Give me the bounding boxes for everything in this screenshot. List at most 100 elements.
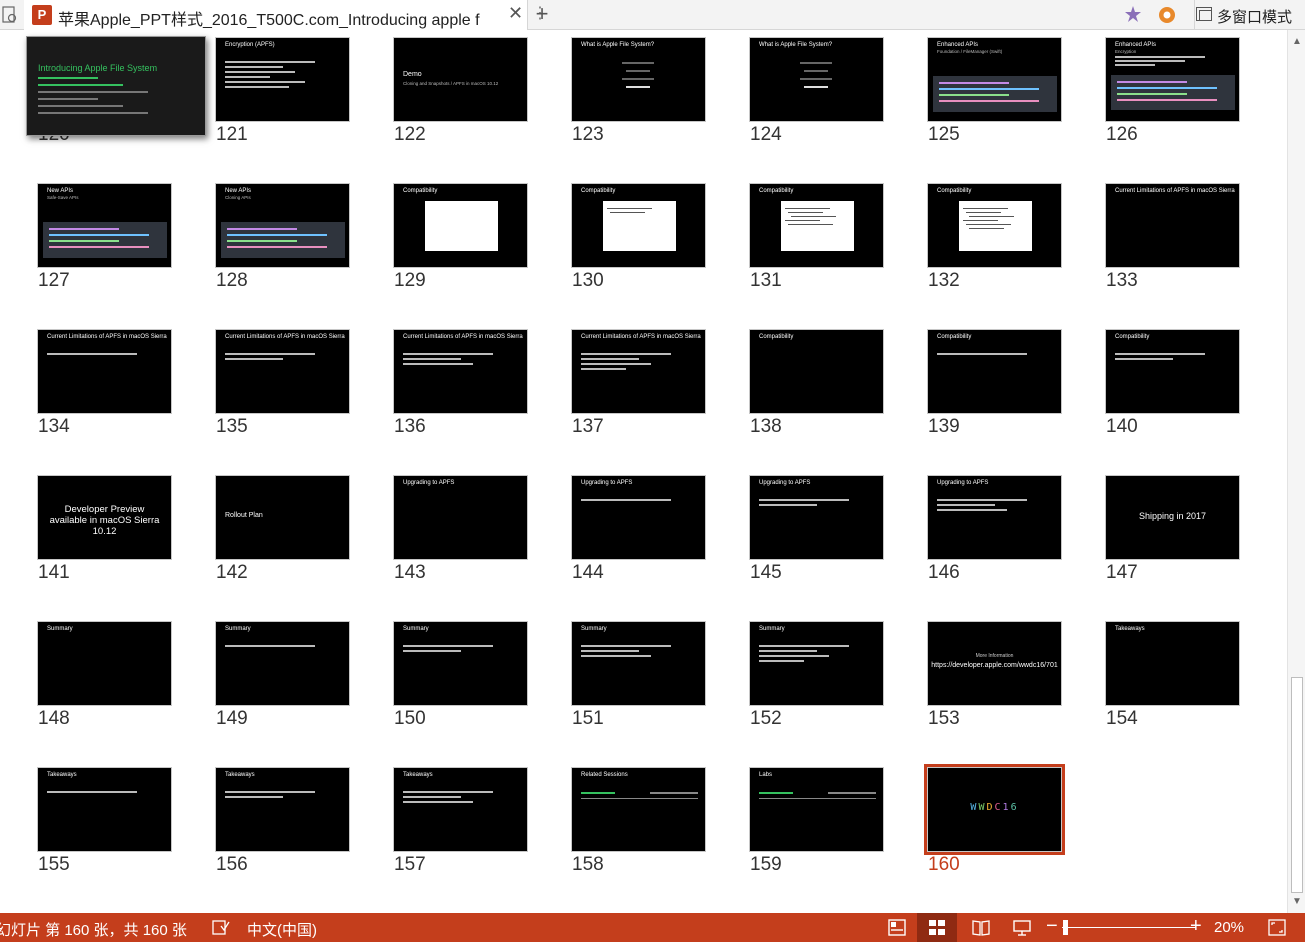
diagram-line [791, 216, 836, 217]
slide-thumbnail[interactable]: Compatibility [749, 329, 884, 414]
code-line [227, 240, 297, 242]
slide-thumbnail[interactable]: Summary [571, 621, 706, 706]
slide-thumbnail[interactable]: Summary [393, 621, 528, 706]
slide-thumbnail[interactable]: Compatibility [927, 183, 1062, 268]
slide-thumbnail[interactable]: Upgrading to APFS [393, 475, 528, 560]
code-line [49, 228, 119, 230]
code-line [227, 246, 327, 248]
fit-to-window-icon[interactable] [1268, 919, 1286, 936]
slide-text-line [38, 77, 98, 79]
diagram-line [607, 208, 652, 209]
slide-thumbnail[interactable]: Upgrading to APFS [927, 475, 1062, 560]
slide-title: Compatibility [403, 188, 438, 194]
slide-thumbnail[interactable]: Encryption (APFS) [215, 37, 350, 122]
slide-thumbnail[interactable]: Takeaways [393, 767, 528, 852]
slide-thumbnail[interactable]: Current Limitations of APFS in macOS Sie… [37, 329, 172, 414]
slide-text-line [581, 368, 626, 370]
session-link-line [581, 792, 615, 794]
slide-thumbnail[interactable]: Current Limitations of APFS in macOS Sie… [215, 329, 350, 414]
slide-text-line [225, 358, 283, 360]
slide-thumbnail[interactable]: Related Sessions [571, 767, 706, 852]
diagram-line [788, 212, 823, 213]
slide-text-line [937, 509, 1007, 511]
settings-gear-icon[interactable] [1157, 5, 1177, 25]
magic-wand-icon[interactable] [1123, 5, 1143, 25]
slide-thumbnail[interactable]: Current Limitations of APFS in macOS Sie… [571, 329, 706, 414]
slide-title: Developer Preview available in macOS Sie… [49, 504, 160, 537]
slide-text-line [800, 78, 832, 80]
slide-title: Shipping in 2017 [1138, 511, 1207, 521]
slide-thumbnail[interactable]: Upgrading to APFS [571, 475, 706, 560]
slide-text-line [38, 84, 123, 86]
close-tab-icon[interactable]: ✕ [508, 3, 523, 24]
slide-subtitle: Cloning APIs [225, 195, 251, 200]
slide-thumbnail[interactable]: Summary [37, 621, 172, 706]
slide-number: 158 [572, 854, 604, 875]
slide-thumbnail[interactable]: Labs [749, 767, 884, 852]
scroll-thumb[interactable] [1291, 677, 1303, 893]
slide-text-line [403, 791, 493, 793]
slide-thumbnail[interactable]: Demo Cloning and Snapshots / APFS in macO… [393, 37, 528, 122]
slide-thumbnail[interactable]: Developer Preview available in macOS Sie… [37, 475, 172, 560]
zoom-in-button[interactable]: + [1190, 915, 1202, 938]
zoom-out-button[interactable]: − [1046, 915, 1058, 938]
notes-check-icon[interactable] [212, 919, 230, 936]
language-status[interactable]: 中文(中国) [247, 919, 317, 940]
multi-window-button[interactable]: 多窗口模式 [1194, 0, 1305, 30]
scroll-up-icon[interactable]: ▲ [1292, 36, 1302, 47]
zoom-slider-thumb[interactable] [1063, 920, 1068, 935]
slide-title: Takeaways [403, 772, 433, 778]
slide-thumbnail[interactable]: What is Apple File System? [749, 37, 884, 122]
slide-thumbnail[interactable]: Compatibility [927, 329, 1062, 414]
document-icon[interactable] [2, 5, 18, 25]
normal-view-icon[interactable] [888, 919, 906, 936]
zoom-level[interactable]: 20% [1214, 919, 1244, 936]
slide-title: New APIs [225, 188, 252, 194]
slide-title: Introducing Apple File System [38, 63, 158, 73]
slide-thumbnail[interactable]: Compatibility [571, 183, 706, 268]
slide-thumbnail[interactable]: Compatibility [749, 183, 884, 268]
slide-subtitle: Foundation / FileManager (Swift) [937, 49, 1003, 54]
slide-thumbnail[interactable]: Takeaways [1105, 621, 1240, 706]
slide-thumbnail[interactable]: Summary [215, 621, 350, 706]
slide-text-line [403, 801, 473, 803]
reading-view-icon[interactable] [972, 919, 990, 936]
code-line [1117, 93, 1187, 95]
slide-title: Summary [403, 626, 429, 632]
slide-title: Current Limitations of APFS in macOS Sie… [47, 334, 167, 340]
slide-thumbnail[interactable]: Upgrading to APFS [749, 475, 884, 560]
slide-number: 127 [38, 270, 70, 291]
slide-number: 144 [572, 562, 604, 583]
slide-number: 148 [38, 708, 70, 729]
slide-thumbnail[interactable]: Shipping in 2017 [1105, 475, 1240, 560]
new-tab-button[interactable]: + [532, 1, 552, 27]
slide-number: 134 [38, 416, 70, 437]
slideshow-icon[interactable] [1013, 919, 1031, 936]
document-tab[interactable]: P 苹果Apple_PPT样式_2016_T500C.com_Introduci… [24, 0, 548, 30]
vertical-scrollbar[interactable]: ▲ ▼ [1287, 30, 1305, 913]
slide-thumbnail[interactable]: More Information https://developer.apple.… [927, 621, 1062, 706]
slide-thumbnail[interactable]: Current Limitations of APFS in macOS Sie… [393, 329, 528, 414]
slide-thumbnail[interactable]: Current Limitations of APFS in macOS Sie… [1105, 183, 1240, 268]
slide-thumbnail[interactable]: New APIs Cloning APIs [215, 183, 350, 268]
slide-title: Upgrading to APFS [937, 480, 989, 486]
slide-title: Summary [759, 626, 785, 632]
slide-thumbnail[interactable]: What is Apple File System? [571, 37, 706, 122]
slide-thumbnail[interactable]: Rollout Plan [215, 475, 350, 560]
diagram-box [603, 201, 676, 251]
slide-thumbnail[interactable]: Summary [749, 621, 884, 706]
slide-title: What is Apple File System? [759, 42, 833, 48]
scroll-down-icon[interactable]: ▼ [1292, 896, 1302, 907]
slide-title: Related Sessions [581, 772, 628, 778]
slide-thumbnail[interactable]: Compatibility [393, 183, 528, 268]
slide-thumbnail-dragging[interactable]: Introducing Apple File System [26, 36, 206, 136]
slide-thumbnail[interactable]: Enhanced APIs Foundation / FileManager (S… [927, 37, 1062, 122]
slide-thumbnail[interactable]: Enhanced APIs Encryption [1105, 37, 1240, 122]
slide-sorter-view-button[interactable] [917, 913, 957, 942]
slide-thumbnail[interactable]: Takeaways [37, 767, 172, 852]
slide-thumbnail[interactable]: Takeaways [215, 767, 350, 852]
slide-thumbnail[interactable]: New APIs Safe-Save APIs [37, 183, 172, 268]
zoom-slider-track[interactable] [1062, 927, 1196, 928]
slide-thumbnail[interactable]: Compatibility [1105, 329, 1240, 414]
session-meta-line [828, 792, 876, 794]
